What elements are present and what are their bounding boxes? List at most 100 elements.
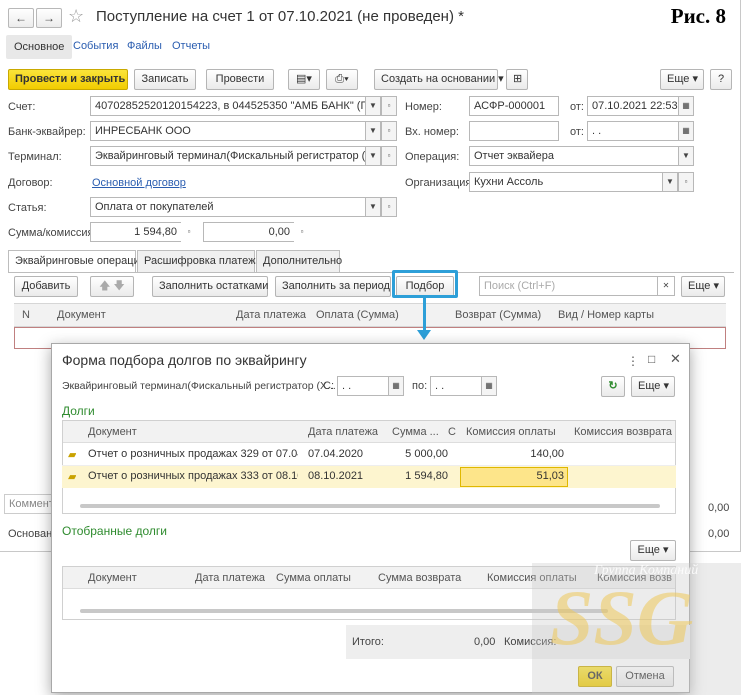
in-number-field[interactable] [469, 121, 559, 141]
selected-col-return-sum: Сумма возврата [378, 572, 462, 584]
debts-col-sum: Сумма ... [392, 426, 439, 438]
bank-open-icon[interactable]: ▫ [381, 121, 397, 141]
org-field[interactable]: Кухни Ассоль [469, 172, 663, 192]
date-calendar-icon[interactable]: ▦ [678, 96, 694, 116]
operation-field[interactable]: Отчет эквайера [469, 146, 679, 166]
item-field[interactable]: Оплата от покупателей [90, 197, 366, 217]
select-button-highlight [392, 270, 458, 298]
in-date-field[interactable]: . . [587, 121, 679, 141]
attach-icon: ▤▾ [296, 73, 312, 85]
add-button[interactable]: Добавить [14, 276, 78, 297]
bank-dropdown-icon[interactable]: ▼ [365, 121, 381, 141]
account-dropdown-icon[interactable]: ▼ [365, 96, 381, 116]
grid-col-payment-sum: Оплата (Сумма) [316, 309, 399, 321]
debt-date: 07.04.2020 [308, 448, 364, 460]
comment-field[interactable]: Коммента [4, 494, 54, 514]
document-icon: ▰ [68, 471, 77, 483]
total-2: 0,00 [708, 528, 730, 540]
in-number-label: Вх. номер: [405, 126, 459, 138]
to-label: по: [412, 380, 428, 392]
debts-col-date: Дата платежа [308, 426, 379, 438]
dialog-close-icon[interactable]: ✕ [670, 351, 681, 367]
watermark-logo: Группа Компаний SSG [532, 563, 741, 695]
callout-arrow-head-icon [417, 330, 431, 340]
account-field[interactable]: 40702852520120154223, в 044525350 "АМБ Б… [90, 96, 366, 116]
operation-label: Операция: [405, 151, 460, 163]
grid-col-pay-date: Дата платежа [236, 309, 307, 321]
grid-col-card: Вид / Номер карты [558, 309, 654, 321]
from-calendar-icon[interactable]: ▦ [388, 376, 404, 396]
watermark-ssg: SSG [550, 574, 694, 661]
table-row[interactable]: ▰ Отчет о розничных продажах 333 от 08.1… [62, 466, 676, 488]
attach-button[interactable]: ▤▾ [288, 69, 320, 90]
help-button[interactable]: ? [710, 69, 732, 90]
number-field[interactable]: АСФР-000001 [469, 96, 559, 116]
search-input[interactable]: Поиск (Ctrl+F) [479, 276, 659, 296]
back-button[interactable]: ← [8, 8, 34, 28]
from-date-field[interactable]: . . [337, 376, 389, 396]
subtab-acquiring-ops[interactable]: Эквайринговые операции [8, 250, 146, 273]
account-open-icon[interactable]: ▫ [381, 96, 397, 116]
print-button[interactable]: ⎙▾ [326, 69, 358, 90]
grid-col-document: Документ [57, 309, 106, 321]
terminal-open-icon[interactable]: ▫ [381, 146, 397, 166]
move-up-down-buttons[interactable]: 🡅 🡇 [90, 276, 134, 297]
grid-col-return-sum: Возврат (Сумма) [455, 309, 542, 321]
bank-field[interactable]: ИНРЕСБАНК ООО [90, 121, 366, 141]
debt-sum: 5 000,00 [405, 448, 448, 460]
in-date-calendar-icon[interactable]: ▦ [678, 121, 694, 141]
post-and-close-button[interactable]: Провести и закрыть [8, 69, 128, 90]
fill-period-button[interactable]: Заполнить за период [275, 276, 391, 297]
debt-commission: 140,00 [530, 448, 564, 460]
from-label: С: [323, 380, 334, 392]
date-field[interactable]: 07.10.2021 22:53:35 [587, 96, 679, 116]
debt-document: Отчет о розничных продажах 329 от 07.04.… [88, 448, 298, 460]
more-button[interactable]: Еще ▾ [660, 69, 704, 90]
dialog-menu-icon[interactable]: ⋮ [627, 354, 639, 368]
post-button[interactable]: Провести [206, 69, 274, 90]
org-open-icon[interactable]: ▫ [678, 172, 694, 192]
selected-more-button[interactable]: Еще ▾ [630, 540, 676, 561]
item-dropdown-icon[interactable]: ▼ [365, 197, 381, 217]
refresh-button[interactable]: ↻ [601, 376, 625, 397]
selected-scrollbar[interactable] [80, 609, 608, 613]
item-open-icon[interactable]: ▫ [381, 197, 397, 217]
grid-col-n: N [22, 309, 30, 321]
report-structure-button[interactable]: ⊞ [506, 69, 528, 90]
forward-button[interactable]: → [36, 8, 62, 28]
sum-calc-icon[interactable]: ▫ [181, 222, 197, 242]
tab-files[interactable]: Файлы [127, 40, 162, 52]
dialog-maximize-icon[interactable]: □ [648, 352, 655, 366]
to-calendar-icon[interactable]: ▦ [481, 376, 497, 396]
debts-scrollbar[interactable] [80, 504, 660, 508]
tab-events[interactable]: События [73, 40, 118, 52]
printer-icon: ⎙▾ [335, 73, 349, 85]
subtab-additional[interactable]: Дополнительно [256, 250, 342, 272]
org-dropdown-icon[interactable]: ▼ [662, 172, 678, 192]
debt-document: Отчет о розничных продажах 333 от 08.10.… [88, 470, 298, 482]
tab-main[interactable]: Основное [6, 35, 73, 59]
subtab-payment-breakdown[interactable]: Расшифровка платежа [137, 250, 262, 272]
selected-col-pay-sum: Сумма оплаты [276, 572, 351, 584]
callout-arrow-line [423, 298, 426, 334]
table-row[interactable]: ▰ Отчет о розничных продажах 329 от 07.0… [62, 444, 676, 466]
structure-icon: ⊞ [513, 73, 523, 85]
to-date-field[interactable]: . . [430, 376, 482, 396]
dialog-more-button[interactable]: Еще ▾ [631, 376, 675, 397]
org-label: Организация: [405, 177, 475, 189]
favorite-star-icon[interactable]: ☆ [68, 6, 84, 27]
tab-reports[interactable]: Отчеты [172, 40, 210, 52]
debt-commission[interactable]: 51,03 [466, 470, 564, 482]
terminal-dropdown-icon[interactable]: ▼ [365, 146, 381, 166]
number-label: Номер: [405, 101, 442, 113]
terminal-field[interactable]: Эквайринговый терминал(Фискальный регист… [90, 146, 366, 166]
contract-link[interactable]: Основной договор [92, 177, 186, 189]
create-based-on-button[interactable]: Создать на основании ▾ [374, 69, 504, 90]
save-button[interactable]: Записать [134, 69, 196, 90]
commission-calc-icon[interactable]: ▫ [294, 222, 310, 242]
grid-more-button[interactable]: Еще ▾ [681, 276, 725, 297]
operation-dropdown-icon[interactable]: ▼ [678, 146, 694, 166]
debts-col-document: Документ [88, 426, 137, 438]
fill-balance-button[interactable]: Заполнить остатками [152, 276, 268, 297]
search-clear-icon[interactable]: ✕ [657, 276, 675, 296]
